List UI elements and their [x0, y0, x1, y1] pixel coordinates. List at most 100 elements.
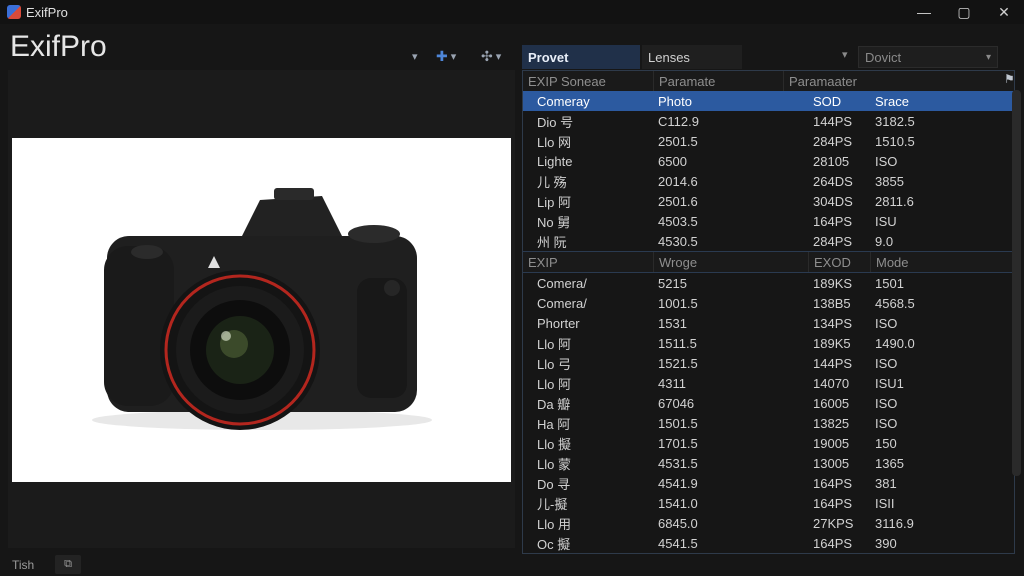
- table-cell: 1511.5: [658, 335, 697, 351]
- pin-icon: ✚: [436, 47, 448, 64]
- table-cell: 3855: [875, 173, 904, 189]
- preset-select[interactable]: Dovict ▾: [858, 46, 998, 68]
- tab-lenses[interactable]: Lenses: [642, 45, 742, 69]
- table-cell: 3182.5: [875, 113, 915, 129]
- table-row[interactable]: No 舅 4503.5 164PS ISU: [523, 211, 1014, 231]
- column-header[interactable]: Paramate: [654, 71, 784, 91]
- table-cell: Llo 擬: [537, 436, 571, 452]
- table-row[interactable]: Oc 擬 4541.5 164PS 390: [523, 533, 1014, 553]
- table-cell: 264DS: [813, 173, 853, 189]
- tab-provet[interactable]: Provet: [522, 45, 640, 69]
- table-cell: 4568.5: [875, 295, 915, 311]
- table-cell: ISO: [875, 415, 898, 431]
- table-cell: 164PS: [813, 213, 853, 229]
- table-row[interactable]: 儿 殇 2014.6 264DS 3855: [523, 171, 1014, 191]
- table-cell: 16005: [813, 395, 850, 411]
- table-cell: 19005: [813, 435, 850, 451]
- table-cell: Lighte: [537, 153, 573, 169]
- table-cell: ISU1: [875, 375, 904, 391]
- table-cell: 1490.0: [875, 335, 915, 351]
- frame-icon: ⧉: [64, 558, 72, 570]
- table-cell: 13825: [813, 415, 850, 431]
- column-header[interactable]: Wroge: [654, 252, 809, 272]
- frame-button[interactable]: ⧉: [55, 555, 81, 574]
- maximize-button[interactable]: ▢: [944, 0, 984, 24]
- table-cell: C112.9: [658, 113, 699, 129]
- table-cell: 304DS: [813, 193, 853, 209]
- table-cell: ISU: [875, 213, 897, 229]
- table-row[interactable]: Comera/ 1001.5 138B5 4568.5: [523, 293, 1014, 313]
- column-header[interactable]: EXIP: [523, 252, 654, 272]
- table-row[interactable]: Do 寻 4541.9 164PS 381: [523, 473, 1014, 493]
- chevron-down-icon: ▾: [495, 50, 502, 63]
- table-row[interactable]: Llo 蒙 4531.5 13005 1365: [523, 453, 1014, 473]
- column-header[interactable]: EXIP Soneae: [523, 71, 654, 91]
- table-cell: 6500: [658, 153, 687, 169]
- column-header[interactable]: EXOD: [809, 252, 871, 272]
- table-cell: Dio 号: [537, 114, 574, 130]
- table-cell: 390: [875, 535, 897, 551]
- table-row[interactable]: Dio 号 C112.9 144PS 3182.5: [523, 111, 1014, 131]
- table-scrollbar[interactable]: [1012, 90, 1021, 476]
- table-cell: 1521.5: [658, 355, 698, 371]
- chevron-down-icon: ▾: [412, 50, 418, 63]
- table-cell: 4530.5: [658, 233, 698, 249]
- table-cell: ISO: [875, 153, 898, 169]
- table-row[interactable]: Comeray Photo SOD Srace: [523, 91, 1014, 111]
- table-cell: 144PS: [813, 113, 853, 129]
- table-cell: 3116.9: [875, 515, 914, 531]
- table-row[interactable]: Llo 擬 1701.5 19005 150: [523, 433, 1014, 453]
- table-cell: 284PS: [813, 133, 853, 149]
- table-row[interactable]: Llo 用 6845.0 27KPS 3116.9: [523, 513, 1014, 533]
- table-cell: 138B5: [813, 295, 851, 311]
- table-cell: 1001.5: [658, 295, 698, 311]
- table-cell: 儿-擬: [537, 496, 568, 512]
- table-row[interactable]: Phorter 1531 134PS ISO: [523, 313, 1014, 333]
- table-cell: 4541.9: [658, 475, 698, 491]
- table-cell: 164PS: [813, 535, 853, 551]
- table-row[interactable]: Llo 阿 1511.5 189K5 1490.0: [523, 333, 1014, 353]
- view-dropdown-button[interactable]: ▾: [412, 47, 418, 65]
- table-cell: 4531.5: [658, 455, 698, 471]
- table-row[interactable]: Lighte 6500 28105 ISO: [523, 151, 1014, 171]
- column-header[interactable]: Mode: [871, 252, 1014, 272]
- table-cell: Llo 阿: [537, 376, 571, 392]
- table-cell: 164PS: [813, 475, 853, 491]
- column-header[interactable]: Paramaater: [784, 71, 1014, 91]
- table-header-row: EXIP Soneae Paramate Paramaater: [523, 71, 1014, 91]
- pin-tool-button[interactable]: ✚ ▾: [436, 47, 456, 65]
- table-cell: Llo 蒙: [537, 456, 571, 472]
- table-row[interactable]: Comera/ 5215 189KS 1501: [523, 273, 1014, 293]
- chevron-down-icon: ▾: [985, 51, 991, 63]
- table-cell: 381: [875, 475, 897, 491]
- table-cell: 1701.5: [658, 435, 698, 451]
- table-row[interactable]: 州 阮 4530.5 284PS 9.0: [523, 231, 1014, 251]
- table-row[interactable]: Lip 阿 2501.6 304DS 2811.6: [523, 191, 1014, 211]
- table-cell: 13005: [813, 455, 850, 471]
- table-cell: 4503.5: [658, 213, 698, 229]
- table-cell: 儿 殇: [537, 174, 567, 190]
- close-button[interactable]: ✕: [984, 0, 1024, 24]
- table-row[interactable]: Ha 阿 1501.5 13825 ISO: [523, 413, 1014, 433]
- table-cell: Llo 弓: [537, 356, 571, 372]
- table-row[interactable]: Llo 网 2501.5 284PS 1510.5: [523, 131, 1014, 151]
- table-cell: ISO: [875, 315, 898, 331]
- move-tool-button[interactable]: ✣ ▾: [481, 47, 501, 65]
- table-row[interactable]: Llo 阿 4311 14070 ISU1: [523, 373, 1014, 393]
- chevron-down-icon[interactable]: ▾: [842, 48, 848, 61]
- window-controls: — ▢ ✕: [904, 0, 1024, 24]
- table-cell: 1501.5: [658, 415, 698, 431]
- table-row[interactable]: Llo 弓 1521.5 144PS ISO: [523, 353, 1014, 373]
- table-cell: Comera/: [537, 295, 587, 311]
- table-cell: 2811.6: [875, 193, 914, 209]
- table-cell: Oc 擬: [537, 536, 571, 552]
- table-cell: Comeray: [537, 93, 590, 109]
- table-row[interactable]: Da 瓣 67046 16005 ISO: [523, 393, 1014, 413]
- table-row[interactable]: 儿-擬 1541.0 164PS ISII: [523, 493, 1014, 513]
- table-header-row: EXIP Wroge EXOD Mode: [523, 252, 1014, 272]
- move-icon: ✣: [481, 47, 493, 64]
- filter-icon[interactable]: ⚑: [1004, 72, 1015, 86]
- table-cell: No 舅: [537, 214, 571, 230]
- table-cell: 164PS: [813, 495, 853, 511]
- minimize-button[interactable]: —: [904, 0, 944, 24]
